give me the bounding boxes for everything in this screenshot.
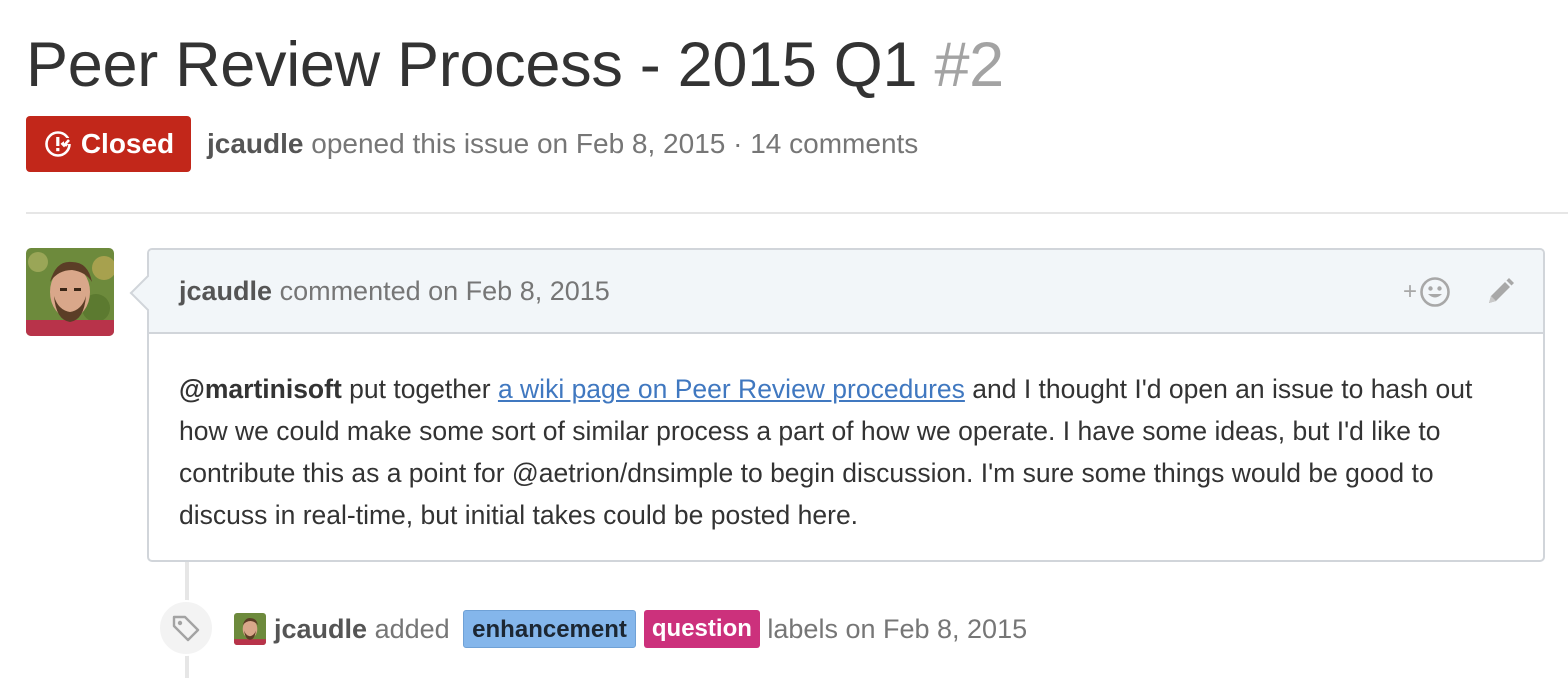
timeline-event-badge: [158, 600, 214, 656]
issue-meta: Closed jcaudle opened this issue on Feb …: [26, 116, 918, 172]
label-event: jcaudle added enhancement question label…: [234, 610, 1027, 648]
comment-author-link[interactable]: jcaudle: [179, 276, 272, 306]
status-badge: Closed: [26, 116, 191, 172]
event-avatar[interactable]: [234, 613, 266, 645]
comment-text-1: put together: [341, 374, 498, 404]
issue-author-link[interactable]: jcaudle: [207, 128, 303, 159]
issue-opened-text: opened this issue on Feb 8, 2015 · 14 co…: [311, 128, 919, 159]
issue-title-text: Peer Review Process - 2015 Q1: [26, 30, 918, 100]
label-question[interactable]: question: [643, 610, 760, 648]
smiley-icon: [1420, 277, 1450, 307]
event-avatar-image: [234, 613, 266, 645]
plus-icon: +: [1402, 278, 1417, 305]
issue-number: #2: [934, 30, 1004, 100]
issue-meta-text: jcaudle opened this issue on Feb 8, 2015…: [207, 128, 918, 160]
tag-icon: [172, 615, 200, 642]
issue-closed-icon: [45, 131, 73, 157]
pencil-icon[interactable]: [1485, 277, 1515, 307]
user-mention[interactable]: @martinisoft: [179, 374, 342, 404]
comment-header-text: jcaudle commented on Feb 8, 2015: [179, 276, 610, 307]
comment-timestamp[interactable]: commented on Feb 8, 2015: [280, 276, 610, 306]
header-divider: [26, 212, 1568, 214]
event-author-link[interactable]: jcaudle: [274, 614, 367, 645]
label-enhancement[interactable]: enhancement: [463, 610, 636, 648]
comment-header: jcaudle commented on Feb 8, 2015 +: [149, 250, 1543, 334]
comment-body: @martinisoft put together a wiki page on…: [149, 334, 1543, 536]
event-action: added: [374, 613, 450, 644]
wiki-link[interactable]: a wiki page on Peer Review procedures: [498, 374, 965, 404]
event-suffix: labels on Feb 8, 2015: [767, 613, 1028, 644]
issue-title: Peer Review Process - 2015 Q1 #2: [26, 28, 1004, 102]
avatar[interactable]: [26, 248, 114, 336]
comment-card: jcaudle commented on Feb 8, 2015 + @mart…: [147, 248, 1545, 562]
status-label: Closed: [80, 128, 175, 159]
comment-actions: +: [1403, 276, 1515, 308]
avatar-image: [26, 248, 114, 336]
add-reaction-button[interactable]: +: [1403, 276, 1451, 308]
